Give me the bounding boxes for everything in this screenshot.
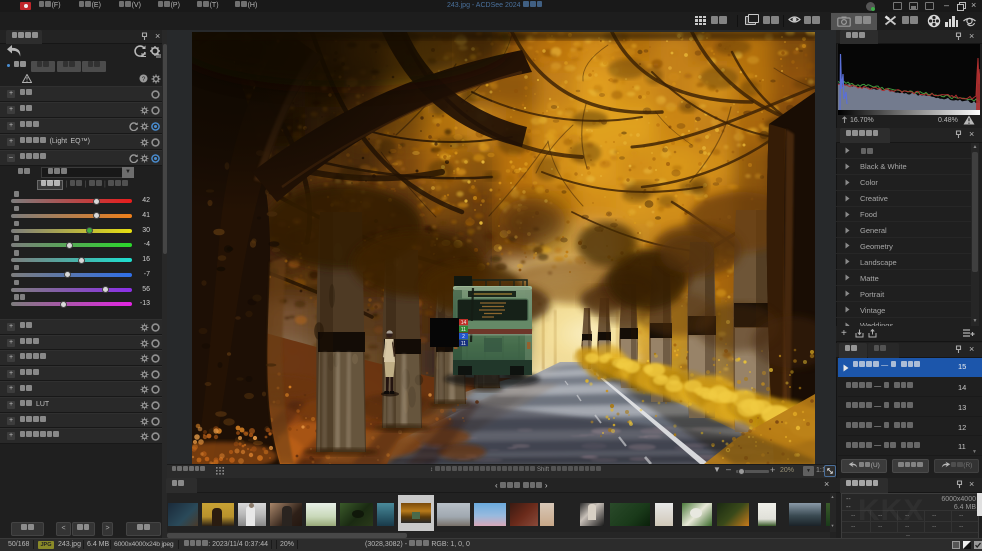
svg-text:11: 11	[461, 327, 466, 333]
svg-text:?: ?	[142, 76, 146, 83]
svg-text:14: 14	[461, 320, 467, 326]
svg-text:11: 11	[461, 341, 466, 347]
svg-text:2: 2	[462, 334, 465, 340]
